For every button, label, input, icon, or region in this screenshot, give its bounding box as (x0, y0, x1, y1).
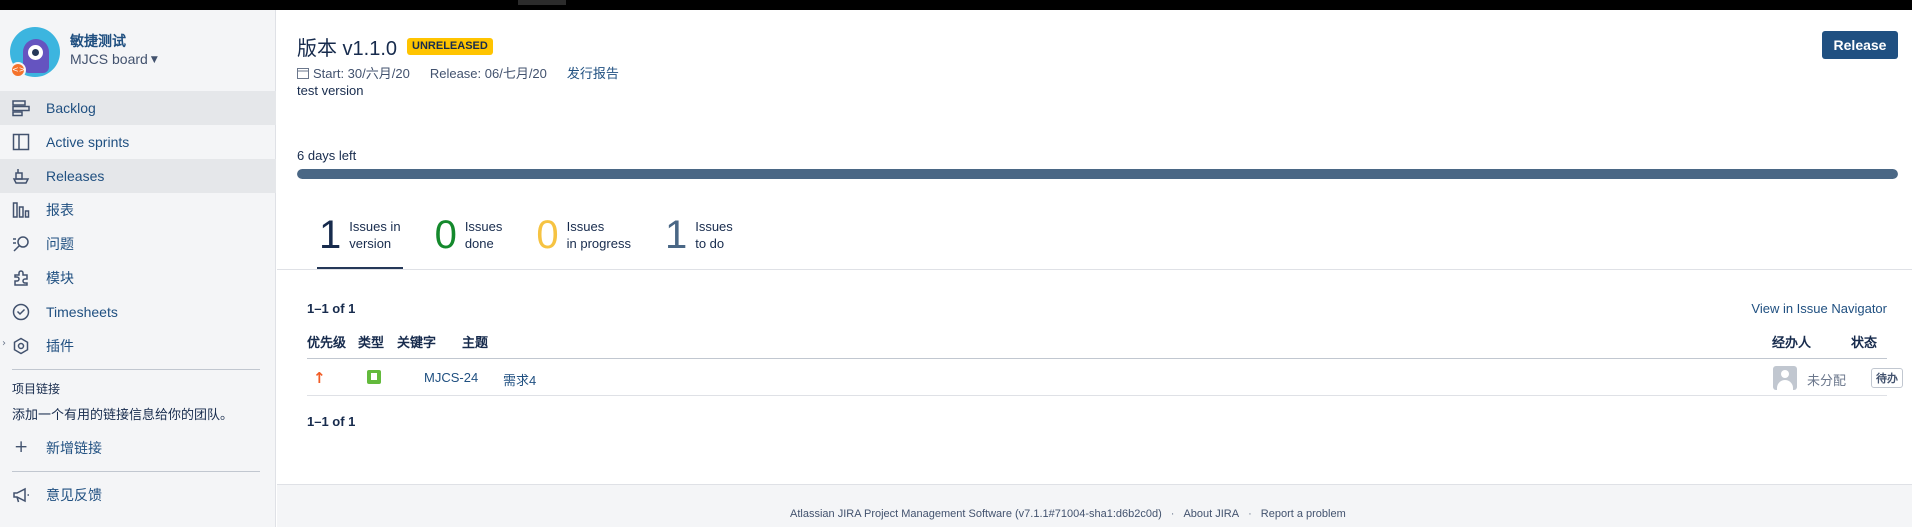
board-selector[interactable]: MJCS board ▼ (70, 51, 158, 67)
issues-panel: 1–1 of 1 View in Issue Navigator 优先级 类型 … (277, 269, 1912, 484)
sprint-board-icon (12, 133, 30, 151)
sidebar-item-label: Active sprints (46, 134, 130, 150)
divider (12, 471, 260, 472)
column-assignee[interactable]: 经办人 (1772, 332, 1811, 351)
days-left: 6 days left (297, 148, 357, 163)
ship-icon (12, 167, 30, 185)
sidebar-item-label: Backlog (46, 100, 96, 116)
footer-separator: · (1248, 508, 1252, 520)
column-priority[interactable]: 优先级 (307, 332, 346, 351)
version-header: 版本 v1.1.0 UNRELEASED (297, 32, 493, 61)
page-title: 版本 v1.1.0 (297, 38, 398, 60)
footer-software: Atlassian JIRA Project Management Softwa… (790, 508, 1162, 520)
stat-count: 0 (434, 213, 457, 257)
stat-label: Issues in version (349, 219, 401, 251)
clock-icon (12, 303, 30, 321)
tab-issues-in-progress[interactable]: 0 Issues in progress (534, 200, 633, 270)
stat-label: Issues to do (695, 219, 733, 251)
project-links-description: 添加一个有用的链接信息给你的团队。 (12, 407, 234, 422)
board-name: MJCS board (70, 51, 148, 67)
status-badge: UNRELEASED (407, 38, 493, 55)
reports-icon (12, 201, 30, 219)
sidebar: <> 敏捷测试 MJCS board ▼ Backlog Active sprin… (0, 10, 276, 527)
tab-issues-done[interactable]: 0 Issues done (433, 200, 505, 270)
calendar-icon (297, 67, 309, 79)
stat-label: Issues in progress (566, 219, 631, 251)
sidebar-item-timesheets[interactable]: Timesheets (0, 295, 276, 329)
release-button[interactable]: Release (1822, 31, 1898, 59)
avatar (1773, 366, 1797, 390)
sidebar-item-label: 报表 (46, 202, 74, 218)
chevron-right-icon[interactable]: › (2, 338, 6, 349)
project-links-title: 项目链接 (12, 382, 61, 396)
assignee-name: 未分配 (1807, 373, 1847, 388)
megaphone-icon (12, 486, 30, 504)
column-key[interactable]: 关键字 (397, 332, 436, 351)
plus-icon: + (14, 437, 29, 457)
issue-stats-tabs: 1 Issues in version 0 Issues done 0 Issues… (317, 200, 765, 270)
issue-key-link[interactable]: MJCS-24 (424, 370, 478, 385)
release-date: Release: 06/七月/20 (429, 66, 547, 81)
story-type-icon (367, 370, 381, 384)
project-header: <> 敏捷测试 MJCS board ▼ (10, 27, 270, 87)
tab-issues-in-version[interactable]: 1 Issues in version (317, 200, 403, 270)
view-in-issue-navigator-link[interactable]: View in Issue Navigator (1751, 301, 1887, 316)
about-jira-link[interactable]: About JIRA (1183, 508, 1239, 520)
sidebar-item-label: Timesheets (46, 304, 118, 320)
priority-high-arrow-icon: ↑ (313, 369, 326, 387)
sidebar-item-reports[interactable]: 报表 (0, 193, 276, 227)
addons-icon (12, 337, 30, 355)
release-report-link[interactable]: 发行报告 (567, 63, 619, 82)
sidebar-item-issues[interactable]: 问题 (0, 227, 276, 261)
feedback-link[interactable]: 意见反馈 (0, 478, 276, 512)
issues-search-icon (12, 235, 30, 253)
version-meta: Start: 30/六月/20 Release: 06/七月/20 发行报告 (297, 63, 619, 82)
start-date: Start: 30/六月/20 (313, 66, 410, 81)
stat-label: Issues done (464, 219, 503, 251)
column-summary[interactable]: 主题 (462, 332, 488, 351)
table-row[interactable]: ↑ MJCS-24 需求4 未分配 待办 (307, 360, 1903, 396)
version-details: 版本 v1.1.0 UNRELEASED Release Start: 30/六… (277, 10, 1912, 527)
issue-summary-link[interactable]: 需求4 (503, 370, 536, 389)
add-link-button[interactable]: + 新增链接 (0, 431, 276, 465)
results-count-bottom: 1–1 of 1 (307, 414, 356, 429)
chevron-down-icon: ▼ (150, 55, 158, 65)
results-count: 1–1 of 1 (307, 301, 356, 316)
sidebar-item-releases[interactable]: Releases (0, 159, 276, 193)
sidebar-item-active-sprints[interactable]: Active sprints (0, 125, 276, 159)
sidebar-item-label: Releases (46, 168, 105, 184)
version-progress-fill (297, 169, 1898, 179)
stat-count: 1 (664, 213, 688, 257)
backlog-icon (12, 99, 30, 117)
tab-issues-to-do[interactable]: 1 Issues to do (663, 200, 735, 270)
sidebar-item-backlog[interactable]: Backlog (0, 91, 276, 125)
footer-separator: · (1170, 508, 1175, 520)
sidebar-nav: Backlog Active sprints Releases 报表 问题 模块… (0, 91, 276, 512)
column-type[interactable]: 类型 (358, 332, 384, 351)
feedback-label: 意见反馈 (46, 487, 102, 503)
stat-count: 1 (319, 213, 342, 257)
top-bar-tab (518, 0, 566, 5)
divider (12, 369, 260, 370)
top-bar (0, 0, 1912, 10)
table-header: 优先级 类型 关键字 主题 经办人 状态 (307, 332, 1887, 359)
sidebar-item-label: 插件 (46, 338, 74, 354)
stat-count: 0 (536, 213, 559, 257)
sidebar-item-addons[interactable]: › 插件 (0, 329, 276, 363)
project-name[interactable]: 敏捷测试 (70, 31, 126, 51)
sidebar-item-label: 模块 (46, 270, 74, 286)
column-status[interactable]: 状态 (1851, 332, 1877, 351)
version-progress-bar (297, 169, 1898, 179)
issue-status-badge: 待办 (1871, 368, 1903, 388)
sidebar-item-label: 问题 (46, 236, 74, 252)
add-link-label: 新增链接 (46, 440, 102, 456)
report-problem-link[interactable]: Report a problem (1261, 508, 1346, 520)
version-description: test version (297, 83, 364, 98)
footer: Atlassian JIRA Project Management Softwa… (277, 484, 1912, 527)
project-type-badge-icon: <> (10, 62, 26, 78)
sidebar-item-components[interactable]: 模块 (0, 261, 276, 295)
puzzle-icon (12, 269, 30, 287)
